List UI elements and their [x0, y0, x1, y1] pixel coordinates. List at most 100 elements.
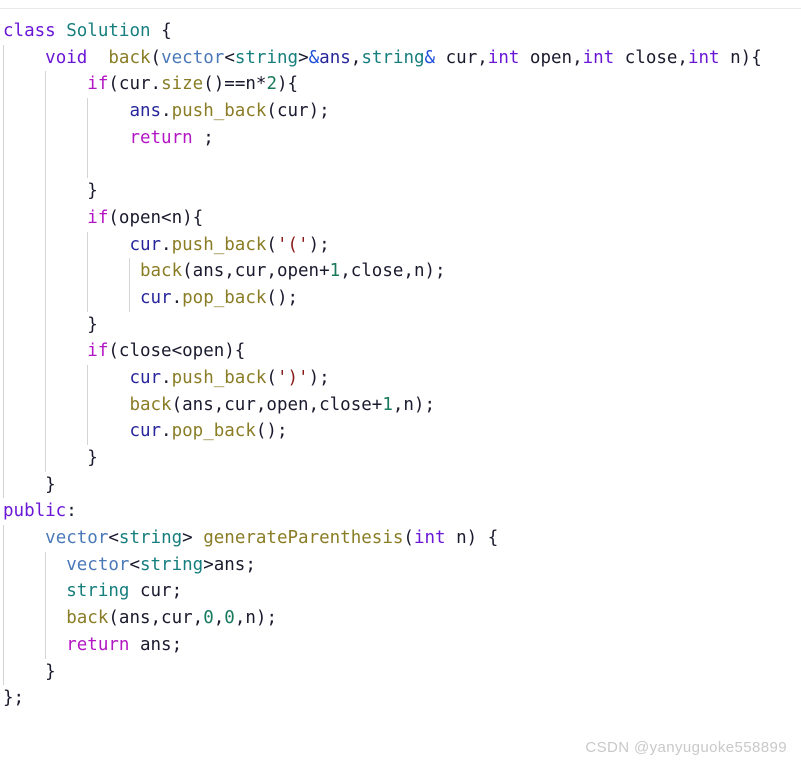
- token-char-literal: ')': [276, 367, 309, 388]
- code-editor-content[interactable]: class Solution { void back(vector<string…: [0, 18, 801, 712]
- token-plain: (: [266, 367, 277, 388]
- token-variable: ans: [319, 47, 351, 68]
- code-line[interactable]: }: [0, 178, 801, 205]
- indent-guide: [87, 418, 88, 445]
- code-line[interactable]: string cur;: [0, 578, 801, 606]
- token-plain: (: [150, 47, 162, 68]
- code-line[interactable]: }: [0, 311, 801, 339]
- token-keyword: class: [3, 21, 56, 41]
- token-function: size: [161, 74, 204, 95]
- token-number: 0: [203, 608, 214, 629]
- indent-guide: [87, 151, 88, 179]
- indent-guide: [87, 124, 88, 152]
- token-plain: (ans,cur,open,close+: [171, 394, 383, 415]
- token-type: Solution: [66, 21, 151, 41]
- token-plain: (: [266, 234, 277, 255]
- token-plain: (close<open){: [108, 341, 246, 362]
- code-line[interactable]: return ;: [0, 124, 801, 152]
- token-plain: (cur);: [266, 101, 330, 122]
- code-line[interactable]: back(ans,cur,open+1,close,n);: [0, 258, 801, 285]
- token-number: 0: [224, 608, 235, 629]
- token-plain: ans;: [129, 634, 183, 655]
- token-plain: cur;: [129, 581, 183, 602]
- code-line[interactable]: }: [0, 445, 801, 472]
- code-line[interactable]: [0, 151, 801, 179]
- token-keyword-control: if: [87, 207, 109, 228]
- token-type: string: [139, 554, 204, 575]
- token-plain: .: [161, 101, 172, 122]
- indent-guide: [45, 204, 46, 232]
- token-plain: (ans,cur,: [108, 608, 204, 629]
- code-line[interactable]: if(cur.size()==n*2){: [0, 71, 801, 99]
- indent-guide: [45, 364, 46, 392]
- code-line[interactable]: cur.pop_back();: [0, 284, 801, 312]
- indent-guide: [45, 71, 46, 99]
- indent-guide: [3, 578, 4, 606]
- code-line[interactable]: public:: [0, 498, 801, 525]
- token-number: 2: [266, 74, 277, 95]
- indent-guide: [129, 284, 130, 312]
- indent-guide: [3, 44, 4, 72]
- code-line[interactable]: cur.push_back(')');: [0, 364, 801, 392]
- token-plain: ();: [266, 287, 299, 308]
- code-line[interactable]: };: [0, 685, 801, 712]
- token-brace: }: [87, 314, 98, 335]
- token-plain: ,: [350, 47, 362, 68]
- indent-guide: [3, 605, 4, 632]
- token-plain: .: [161, 367, 172, 388]
- code-line[interactable]: if(close<open){: [0, 338, 801, 365]
- indent-guide: [3, 391, 4, 419]
- code-line[interactable]: back(ans,cur,0,0,n);: [0, 605, 801, 632]
- token-function: back: [139, 261, 183, 282]
- code-line[interactable]: }: [0, 658, 801, 686]
- token-number: 1: [382, 394, 393, 415]
- token-variable: cur: [129, 367, 162, 388]
- code-line[interactable]: back(ans,cur,open,close+1,n);: [0, 391, 801, 419]
- token-type: string: [66, 581, 130, 602]
- token-keyword: int: [413, 528, 446, 549]
- token-keyword: void: [45, 47, 88, 68]
- indent-guide: [45, 418, 46, 445]
- code-line[interactable]: vector<string> generateParenthesis(int n…: [0, 525, 801, 552]
- token-keyword-control: if: [87, 341, 109, 362]
- token-plain: n) {: [445, 528, 499, 549]
- token-function: back: [108, 47, 151, 68]
- token-plain: {: [150, 21, 172, 41]
- token-plain: ()==n*: [203, 74, 267, 95]
- code-line[interactable]: void back(vector<string>&ans,string& cur…: [0, 44, 801, 72]
- indent-guide: [87, 98, 88, 125]
- token-plain: >ans;: [203, 554, 256, 575]
- token-plain: (open<n){: [108, 207, 204, 228]
- code-line[interactable]: cur.push_back('(');: [0, 231, 801, 259]
- indent-guide: [45, 178, 46, 205]
- token-type: string: [118, 528, 183, 549]
- token-keyword: int: [687, 47, 720, 68]
- token-plain: ;: [192, 127, 214, 148]
- token-plain: .: [171, 287, 183, 308]
- token-plain: >: [298, 47, 309, 68]
- top-divider: [0, 8, 801, 9]
- code-line[interactable]: ans.push_back(cur);: [0, 98, 801, 125]
- indent-guide: [3, 258, 4, 285]
- code-line[interactable]: vector<string>ans;: [0, 551, 801, 579]
- code-line[interactable]: }: [0, 471, 801, 499]
- token-brace: }: [45, 474, 56, 495]
- indent-guide: [3, 178, 4, 205]
- code-line[interactable]: cur.pop_back();: [0, 418, 801, 445]
- token-brace: }: [45, 661, 56, 682]
- indent-guide: [3, 445, 4, 472]
- indent-guide: [87, 231, 88, 259]
- code-line[interactable]: if(open<n){: [0, 204, 801, 232]
- code-line[interactable]: return ans;: [0, 631, 801, 659]
- indent-guide: [45, 98, 46, 125]
- token-plain: ();: [255, 421, 288, 442]
- indent-guide: [45, 445, 46, 472]
- code-line[interactable]: class Solution {: [0, 18, 801, 45]
